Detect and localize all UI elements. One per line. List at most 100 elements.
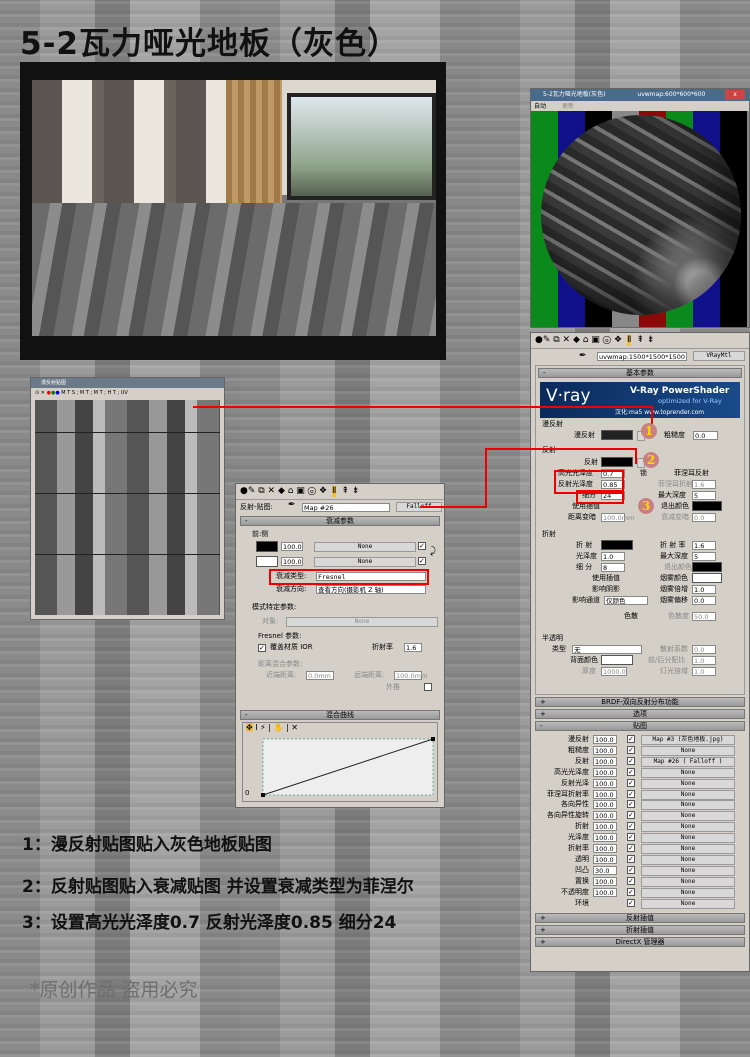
map-slot-button[interactable]: None [641, 844, 735, 854]
side-color-swatch[interactable] [256, 556, 278, 567]
map-slot-button[interactable]: None [641, 745, 735, 756]
refract-interp-rollout[interactable]: + 折射插值 [535, 925, 745, 935]
brdf-rollout[interactable]: + BRDF-双向反射分布功能 [535, 697, 745, 707]
map-slot-button[interactable]: None [641, 854, 735, 865]
connector-line-1 [193, 406, 653, 408]
map-slot-button[interactable]: None [641, 865, 735, 876]
falloff-type-highlight [269, 569, 429, 585]
map-row-label: 环境 [575, 898, 589, 907]
map-amount-field[interactable]: 100.0 [593, 800, 617, 810]
translucency-type-dropdown[interactable]: 无 [572, 645, 642, 654]
map-slot-button[interactable]: None [641, 800, 735, 811]
channels-dropdown[interactable]: 仅颜色 [604, 596, 648, 605]
material-editor-panel: ●✎ ⧉ ✕ ◆ ⌂ ▣ ⓞ ❖ Ⅱ ⇞ ⇟ ✒ uvwmap:1500*150… [530, 332, 750, 972]
directx-label: DirectX 管理器 [615, 938, 665, 946]
map-enable-checkbox[interactable]: ✓ [627, 767, 635, 776]
map-row-label: 凹凸 [575, 865, 589, 874]
map-slot-button[interactable]: None [641, 898, 735, 909]
falloff-toolbar[interactable]: ●✎ ⧉ ✕ ◆ ⌂ ▣ ⓞ ❖ Ⅱ ⇞ ⇟ [236, 484, 444, 500]
map-amount-field[interactable]: 100.0 [593, 811, 617, 821]
map-enable-checkbox[interactable]: ✓ [627, 822, 635, 831]
map-select-dropdown[interactable]: uvwmap:1500*1500*1500 [597, 352, 687, 361]
map-enable-checkbox[interactable]: ✓ [627, 778, 635, 787]
map-slot-button[interactable]: None [641, 778, 735, 789]
basic-params-rollout[interactable]: - 基本参数 [538, 368, 742, 378]
map-amount-field[interactable]: 100.0 [593, 887, 617, 897]
map-name-field[interactable]: Map #26 [302, 503, 390, 512]
map-enable-checkbox[interactable]: ✓ [627, 789, 635, 798]
map-row-label: 置换 [575, 876, 589, 885]
render-image [20, 62, 446, 360]
options-rollout[interactable]: + 选项 [535, 709, 745, 719]
map-amount-field[interactable]: 100.0 [593, 735, 617, 744]
map-enable-checkbox[interactable]: ✓ [627, 844, 635, 852]
map-row-label: 粗糙度 [568, 745, 589, 754]
map-enable-checkbox[interactable]: ✓ [627, 865, 635, 874]
auto-checkbox[interactable]: 自动 [534, 103, 546, 110]
map-enable-checkbox[interactable]: ✓ [627, 745, 635, 754]
map-row-label: 反射光泽 [561, 778, 589, 787]
map-amount-field[interactable]: 100.0 [593, 756, 617, 766]
map-row-label: 漫反射 [568, 735, 589, 743]
map-amount-field[interactable]: 100.0 [593, 822, 617, 832]
bitmap-toolbar[interactable]: ⊙ ✕ ●●● M T S ; M T ; M T ; H T ; UV [31, 388, 224, 398]
update-button[interactable]: 更新 [562, 103, 574, 110]
page-title: 5-2瓦力哑光地板（灰色） [20, 26, 400, 62]
bitmap-title: 漫反射贴图 [31, 378, 224, 388]
map-amount-field[interactable]: 100.0 [593, 833, 617, 843]
map-enable-checkbox[interactable]: ✓ [627, 735, 635, 743]
map-amount-field[interactable]: 100.0 [593, 789, 617, 799]
falloff-direction-dropdown[interactable]: 查看方向(摄影机 Z 轴) [316, 585, 426, 594]
map-enable-checkbox[interactable]: ✓ [627, 800, 635, 809]
eyedropper-icon[interactable]: ✒ [579, 351, 587, 361]
eyedropper-icon[interactable]: ✒ [288, 500, 296, 510]
badge-1: 1 [641, 423, 657, 439]
map-enable-checkbox[interactable]: ✓ [627, 833, 635, 842]
map-enable-checkbox[interactable]: ✓ [627, 898, 635, 907]
map-slot-button[interactable]: None [641, 876, 735, 887]
map-slot-button[interactable]: Map #26 ( Falloff ) [641, 756, 735, 767]
directx-rollout[interactable]: + DirectX 管理器 [535, 937, 745, 947]
reflect-interp-rollout[interactable]: + 反射插值 [535, 913, 745, 923]
map-slot-button[interactable]: None [641, 789, 735, 800]
roughness-field[interactable]: 0.0 [693, 431, 718, 440]
front-map-button[interactable]: None [314, 542, 416, 552]
map-slot-button[interactable]: None [641, 767, 735, 778]
map-slot-button[interactable]: None [641, 822, 735, 833]
vray-banner: V·ray V-Ray PowerShader optimized for V-… [540, 382, 740, 418]
map-enable-checkbox[interactable]: ✓ [627, 756, 635, 765]
falloff-params-rollout[interactable]: - 衰减参数 [240, 516, 440, 526]
swap-icon[interactable]: ⤸ [430, 546, 436, 557]
close-button[interactable]: x [725, 90, 745, 100]
map-enable-checkbox[interactable]: ✓ [627, 876, 635, 885]
maps-rollout[interactable]: - 贴图 [535, 721, 745, 731]
side-map-button[interactable]: None [314, 557, 416, 567]
map-amount-field[interactable]: 100.0 [593, 778, 617, 788]
note-1: 1：漫反射贴图贴入灰色地板贴图 [22, 835, 272, 855]
map-slot-button[interactable]: None [641, 811, 735, 822]
mix-curve-rollout[interactable]: - 混合曲线 [240, 710, 440, 720]
front-color-swatch[interactable] [256, 541, 278, 552]
map-amount-field[interactable]: 30.0 [593, 865, 617, 875]
map-row-label: 各向异性 [561, 800, 589, 809]
map-enable-checkbox[interactable]: ✓ [627, 811, 635, 820]
map-enable-checkbox[interactable]: ✓ [627, 854, 635, 863]
checker-background [531, 111, 749, 327]
map-slot-button[interactable]: None [641, 833, 735, 844]
reflect-color-swatch[interactable] [601, 457, 633, 467]
map-amount-field[interactable]: 100.0 [593, 854, 617, 864]
diffuse-color-swatch[interactable] [601, 430, 633, 440]
material-toolbar[interactable]: ●✎ ⧉ ✕ ◆ ⌂ ▣ ⓞ ❖ Ⅱ ⇞ ⇟ [531, 333, 749, 349]
map-amount-field[interactable]: 100.0 [593, 876, 617, 886]
badge-3: 3 [638, 498, 654, 514]
map-slot-button[interactable]: Map #3 (灰色地板.jpg) [641, 735, 735, 745]
map-amount-field[interactable]: 100.0 [593, 767, 617, 777]
mix-curve-editor[interactable]: ✥ Ⅰ ⚡ | ✋ | ✕ 0 [242, 722, 438, 802]
material-preview-window: 5-2瓦力哑光地板(灰色) uvwmap:600*600*600 x 自动 更新 [530, 88, 750, 328]
map-row-label: 透明 [575, 854, 589, 863]
map-amount-field[interactable]: 100.0 [593, 844, 617, 853]
map-amount-field[interactable]: 100.0 [593, 745, 617, 755]
material-type-button[interactable]: VRayMtl [693, 351, 745, 361]
map-enable-checkbox[interactable]: ✓ [627, 887, 635, 896]
map-slot-button[interactable]: None [641, 887, 735, 898]
